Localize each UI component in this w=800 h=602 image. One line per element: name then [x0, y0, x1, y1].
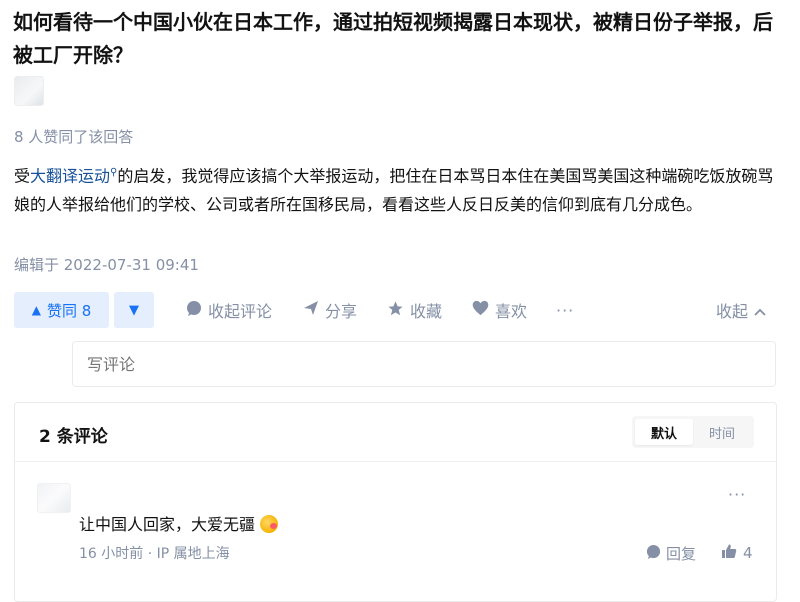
heart-icon	[472, 300, 489, 320]
triangle-down-icon: ▼	[129, 302, 139, 318]
vote-up-label: 赞同 8	[46, 301, 92, 320]
chevron-up-icon	[754, 301, 766, 320]
comment-input[interactable]	[72, 341, 776, 387]
commenter-avatar[interactable]	[37, 483, 71, 513]
answer-text-after: 的启发，我觉得应该搞个大举报运动，把住在日本骂日本住在美国骂美国这种端碗吃饭放碗…	[14, 166, 774, 215]
answer-topic-link[interactable]: 大翻译运动	[30, 166, 110, 185]
question-title[interactable]: 如何看待一个中国小伙在日本工作，通过拍短视频揭露日本现状，被精日份子举报，后被工…	[13, 6, 783, 72]
sort-default-button[interactable]: 默认	[635, 419, 693, 445]
reply-bubble-icon	[646, 544, 661, 563]
kiss-emoji-icon	[260, 515, 279, 533]
thumbs-up-icon	[721, 543, 737, 563]
share-button[interactable]: 分享	[303, 292, 357, 328]
divider	[15, 461, 776, 462]
favorite-label: 收藏	[410, 302, 443, 321]
collapse-comments-label: 收起评论	[208, 302, 273, 321]
comments-count: 2 条评论	[39, 427, 108, 447]
star-icon	[387, 300, 404, 321]
author-avatar[interactable]	[14, 76, 44, 106]
share-label: 分享	[325, 302, 358, 321]
comment-body: 让中国人回家，大爱无疆	[79, 515, 256, 534]
edited-time: 编辑于 2022-07-31 09:41	[14, 256, 199, 274]
more-icon: ···	[556, 300, 575, 320]
answer-votes-count: 8 人赞同了该回答	[14, 128, 134, 146]
comment-meta: 16 小时前 · IP 属地上海	[79, 546, 230, 562]
share-arrow-icon	[303, 300, 319, 320]
favorite-button[interactable]: 收藏	[387, 292, 442, 328]
like-label: 喜欢	[495, 302, 528, 321]
vote-down-button[interactable]: ▼	[114, 292, 154, 328]
collapse-comments-button[interactable]: 收起评论	[186, 292, 272, 328]
comment-more-button[interactable]: ···	[728, 485, 746, 504]
reply-label: 回复	[666, 545, 697, 563]
triangle-up-icon: ▲	[31, 303, 41, 317]
answer-text-before: 受	[14, 166, 31, 186]
more-actions-button[interactable]: ···	[556, 292, 574, 328]
collapse-label: 收起	[716, 302, 749, 321]
collapse-answer-button[interactable]: 收起	[716, 292, 766, 328]
comment-reply-button[interactable]: 回复	[646, 543, 696, 564]
comment-text: 让中国人回家，大爱无疆	[79, 511, 279, 535]
answer-content: 受大翻译运动⚲的启发，我觉得应该搞个大举报运动，把住在日本骂日本住在美国骂美国这…	[14, 158, 784, 219]
sort-toggle: 默认 时间	[632, 416, 754, 448]
comment-like-button[interactable]: 4	[721, 543, 753, 563]
comments-panel: 2 条评论 默认 时间 ··· 让中国人回家，大爱无疆 16 小时前 · IP …	[14, 402, 777, 602]
like-button[interactable]: 喜欢	[472, 292, 527, 328]
sort-time-button[interactable]: 时间	[693, 419, 751, 445]
like-count: 4	[743, 544, 753, 562]
comment-bubble-icon	[186, 300, 202, 320]
vote-up-button[interactable]: ▲ 赞同 8	[14, 292, 109, 328]
